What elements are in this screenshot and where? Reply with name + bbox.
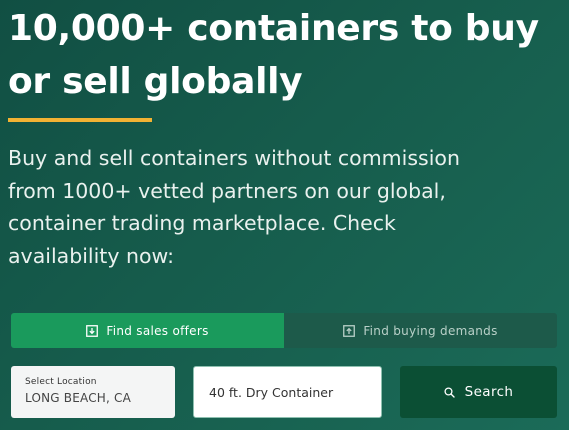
tab-find-buying-demands[interactable]: Find buying demands [284, 313, 557, 348]
container-type-input[interactable]: 40 ft. Dry Container [193, 366, 382, 418]
search-icon [444, 386, 455, 398]
tab-label: Find buying demands [363, 323, 498, 338]
location-label: Select Location [25, 377, 97, 387]
container-type-value: 40 ft. Dry Container [209, 384, 334, 400]
location-value: LONG BEACH, CA [25, 391, 132, 405]
download-box-icon [86, 324, 99, 337]
upload-box-icon [343, 324, 356, 337]
tab-find-sales-offers[interactable]: Find sales offers [11, 313, 284, 348]
location-select[interactable]: Select Location LONG BEACH, CA [11, 366, 175, 418]
search-button-label: Search [464, 384, 514, 400]
hero-title: 10,000+ containers to buy or sell global… [8, 8, 539, 102]
offer-type-tabs: Find sales offers Find buying demands [11, 313, 557, 348]
hero-subtitle: Buy and sell containers without commissi… [8, 146, 460, 268]
title-accent-divider [8, 118, 152, 122]
search-button[interactable]: Search [400, 366, 557, 418]
tab-label: Find sales offers [106, 323, 209, 338]
